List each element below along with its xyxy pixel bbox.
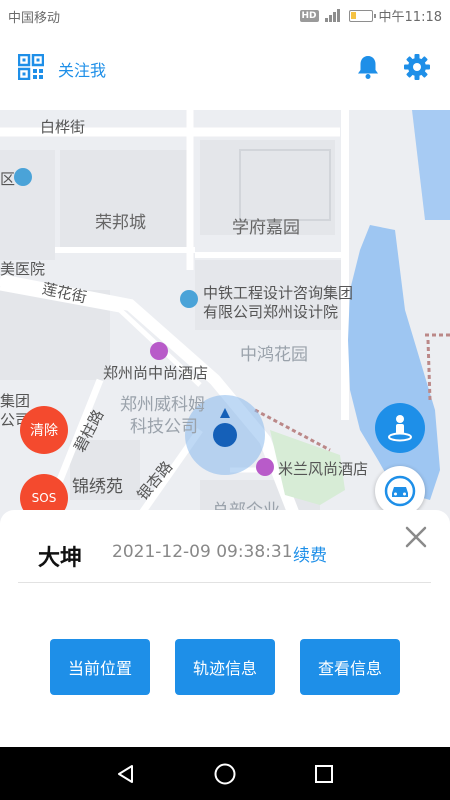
divider [18, 582, 431, 583]
map-label-baihua: 白桦街 [40, 118, 86, 136]
recent-apps-icon[interactable] [313, 763, 335, 785]
track-info-button[interactable]: 轨迹信息 [175, 639, 275, 695]
map-label-jinxiu: 锦绣苑 [72, 477, 123, 497]
view-info-button[interactable]: 查看信息 [300, 639, 400, 695]
map-label-group-1: 集团 [0, 392, 31, 410]
device-name: 大坤 [38, 546, 83, 571]
signal-icon [324, 9, 343, 22]
status-clock: 中午11:18 [378, 10, 442, 25]
map-label-weikemu-2: 科技公司 [130, 417, 198, 437]
map-view[interactable]: 白桦街 区 荣邦城 学府嘉园 美医院 莲花街 中铁工程设计咨询集团 有限公司郑州… [0, 110, 450, 530]
map-label-district: 区 [0, 170, 16, 188]
poi-hotel-icon [150, 342, 168, 360]
clear-button[interactable]: 清除 [20, 406, 68, 454]
renew-link[interactable]: 续费 [293, 541, 327, 566]
bell-icon[interactable] [355, 54, 381, 80]
gear-icon[interactable] [403, 53, 431, 81]
app-header: 关注我 [0, 32, 450, 110]
follow-me-link[interactable]: 关注我 [58, 57, 106, 81]
map-label-zhongtie-1: 中铁工程设计咨询集团 [203, 284, 354, 302]
poi-building-icon [14, 168, 32, 186]
map-label-zhongtie-2: 有限公司郑州设计院 [203, 303, 339, 321]
current-location-button[interactable]: 当前位置 [50, 639, 150, 695]
car-location-button[interactable] [375, 466, 425, 516]
map-label-zhonghong: 中鸿花园 [240, 345, 308, 365]
map-label-milan-hotel: 米兰风尚酒店 [278, 460, 369, 478]
car-icon [384, 475, 416, 507]
close-icon[interactable] [403, 524, 429, 550]
poi-hotel-2-icon [256, 458, 274, 476]
status-icons: HD 中午11:18 [299, 6, 442, 25]
carrier-name: 中国移动 [8, 11, 61, 26]
map-label-hotel: 郑州尚中尚酒店 [103, 364, 209, 382]
device-info-sheet: 大坤 2021-12-09 09:38:31 续费 当前位置 轨迹信息 查看信息 [0, 510, 450, 747]
back-icon[interactable] [115, 763, 137, 785]
person-location-button[interactable] [375, 403, 425, 453]
battery-icon [348, 9, 376, 22]
map-label-hospital: 美医院 [0, 260, 46, 278]
qr-code-icon[interactable] [18, 54, 44, 80]
person-pin-icon [388, 415, 412, 442]
status-bar: 中国移动 HD 中午11:18 [0, 0, 450, 32]
home-icon[interactable] [213, 762, 237, 786]
map-label-xuefu: 学府嘉园 [232, 218, 300, 238]
hd-badge: HD [299, 9, 319, 22]
map-label-rongbang: 荣邦城 [95, 213, 146, 233]
system-nav-bar [0, 747, 450, 800]
poi-office-icon [180, 290, 198, 308]
device-timestamp: 2021-12-09 09:38:31 [112, 542, 293, 562]
